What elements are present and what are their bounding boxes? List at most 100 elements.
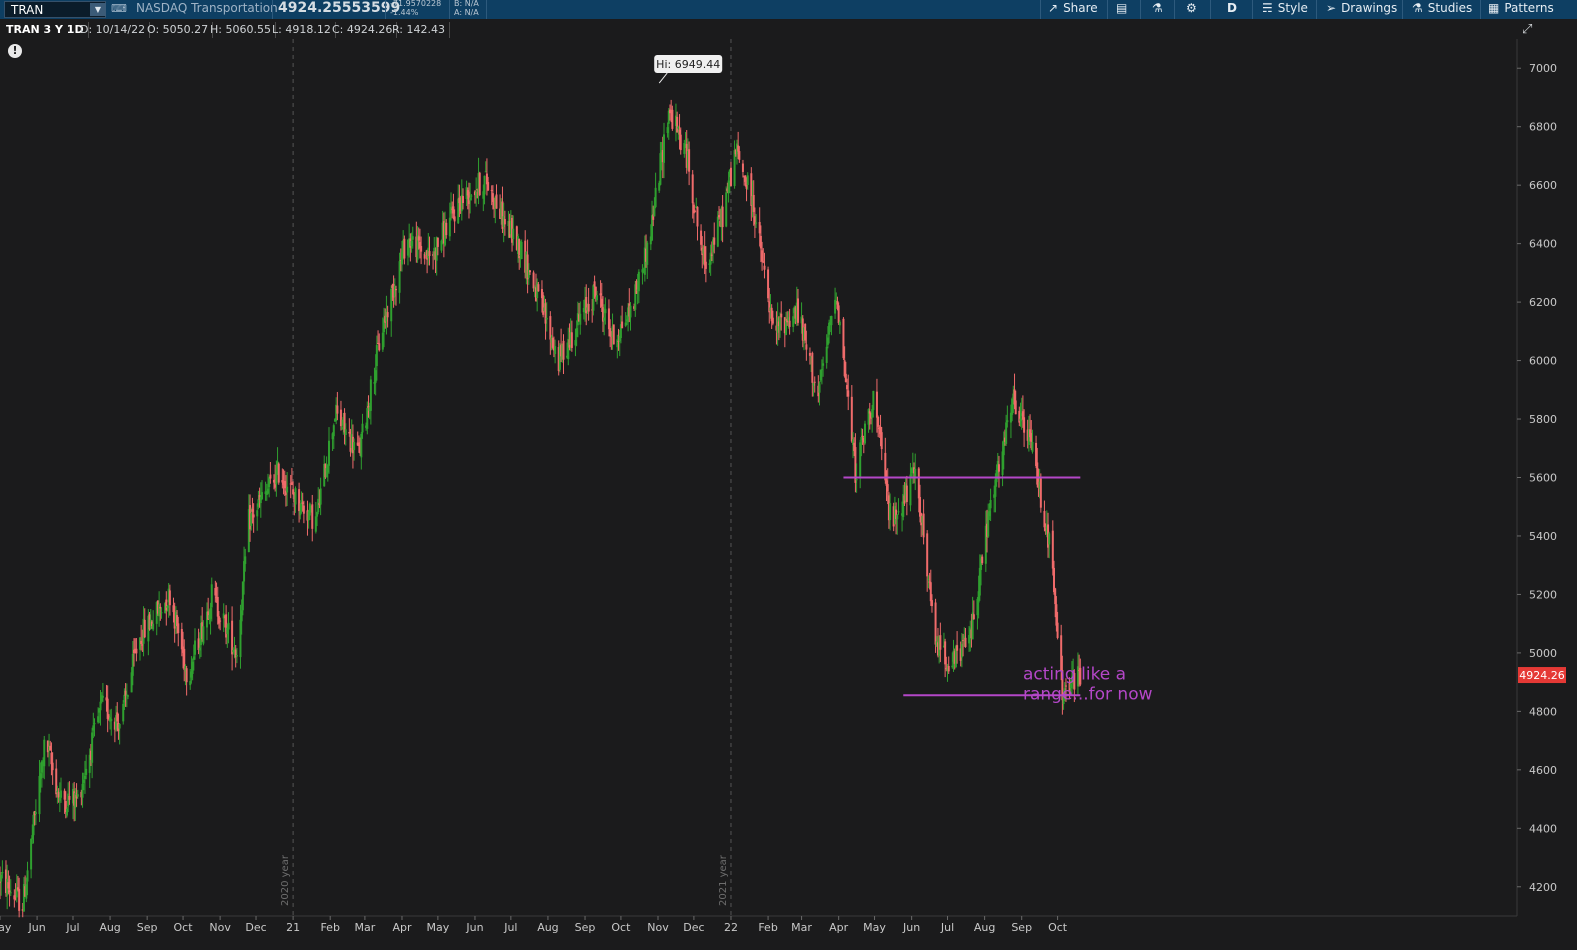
- y-tick-label: 4600: [1529, 764, 1557, 777]
- candle-body: [177, 623, 180, 634]
- candle-body: [956, 645, 959, 651]
- bar-date: D: 10/14/22: [76, 22, 151, 38]
- time-axis: May Jun Jul Aug Sep Oct Nov Dec 21 Feb Mar Apr May Ju…: [0, 916, 1068, 934]
- style-button[interactable]: ☴ Style: [1262, 0, 1308, 19]
- candle-body: [587, 303, 590, 312]
- candle-body: [872, 390, 875, 411]
- share-button[interactable]: ↗ Share: [1048, 0, 1098, 19]
- candle-body: [914, 468, 917, 477]
- gear-icon: ⚙: [1186, 1, 1197, 15]
- aggregation-button[interactable]: D: [1227, 0, 1237, 19]
- divider: [1480, 0, 1481, 19]
- price-axis: 4200 4400 4600 4800 5000 5200 5400 5600 5800 6000…: [1517, 62, 1557, 894]
- candle-body: [771, 317, 774, 324]
- candle-body: [244, 556, 247, 564]
- x-tick-label: Aug: [99, 921, 120, 934]
- candle-body: [328, 440, 331, 466]
- candle-body: [725, 192, 728, 227]
- candle-body: [796, 298, 799, 323]
- candle-body: [386, 312, 389, 318]
- candle-body: [85, 768, 88, 775]
- candle-body: [210, 584, 213, 608]
- collapse-icon[interactable]: ⤢: [1522, 22, 1532, 37]
- y-tick-label: 5800: [1529, 413, 1557, 426]
- candle-body: [302, 505, 305, 514]
- symbol-text: TRAN: [11, 3, 44, 17]
- candle: [1039, 473, 1042, 513]
- x-tick-label: Sep: [575, 921, 596, 934]
- bar-high: H: 5060.55: [206, 22, 276, 38]
- candle-body: [336, 405, 339, 414]
- flask-icon: ⚗: [1152, 1, 1163, 15]
- candle: [478, 171, 481, 197]
- studies-button[interactable]: ⚗ Studies: [1412, 0, 1472, 19]
- divider: [1174, 0, 1175, 19]
- symbol-dropdown-icon[interactable]: ▼: [90, 3, 106, 16]
- link-icon[interactable]: ⌨: [111, 2, 127, 15]
- candle-body: [922, 513, 925, 538]
- candle-body: [143, 619, 146, 638]
- bar-close: C: 4924.26: [328, 22, 398, 38]
- candle-body: [688, 149, 691, 172]
- symbol-input[interactable]: TRAN ▼: [4, 1, 106, 18]
- y-tick-label: 6400: [1529, 238, 1557, 251]
- year-separator-label: 2020 year: [280, 854, 291, 906]
- candle-body: [716, 216, 719, 247]
- candle-body: [436, 237, 439, 247]
- high-marker-label: Hi: 6949.44: [656, 58, 720, 71]
- candle-body: [1023, 417, 1026, 433]
- x-tick-label: 22: [724, 921, 738, 934]
- x-tick-label: May: [426, 921, 449, 934]
- candle-body: [1, 872, 4, 874]
- flask-button[interactable]: ⚗: [1152, 0, 1168, 19]
- candle-body: [252, 514, 255, 518]
- candle-body: [780, 313, 783, 318]
- patterns-label: Patterns: [1504, 1, 1554, 15]
- annotation-line-2: range...for now: [1023, 684, 1153, 704]
- share-icon: ↗: [1048, 1, 1059, 15]
- candle-body: [997, 464, 1000, 472]
- candle-body: [694, 211, 697, 213]
- candle-body: [886, 484, 889, 492]
- candle: [612, 324, 615, 345]
- x-tick-label: Jun: [465, 921, 483, 934]
- divider: [1402, 0, 1403, 19]
- candle-body: [18, 888, 21, 911]
- candle-body: [811, 352, 814, 383]
- candle-body: [375, 345, 378, 367]
- settings-button[interactable]: ⚙: [1186, 0, 1202, 19]
- candle-body: [76, 794, 79, 797]
- price-chart[interactable]: 4200 4400 4600 4800 5000 5200 5400 5600 5800 6000…: [0, 39, 1577, 946]
- notes-icon: ▤: [1116, 1, 1128, 15]
- patterns-icon: ▦: [1488, 1, 1500, 15]
- candle-body: [110, 718, 113, 722]
- y-tick-label: 6600: [1529, 179, 1557, 192]
- divider: [1210, 0, 1211, 19]
- candle-body: [838, 321, 841, 326]
- notes-button[interactable]: ▤: [1116, 0, 1132, 19]
- patterns-button[interactable]: ▦ Patterns: [1488, 0, 1554, 19]
- style-icon: ☴: [1262, 1, 1273, 15]
- y-tick-label: 6800: [1529, 121, 1557, 134]
- candle-body: [453, 216, 456, 222]
- candle-body: [168, 590, 171, 606]
- alert-icon[interactable]: !: [8, 44, 22, 58]
- divider: [486, 0, 487, 19]
- candle-body: [612, 324, 615, 345]
- candle-body: [813, 381, 816, 383]
- candle-body: [43, 739, 46, 767]
- chart-area[interactable]: 4200 4400 4600 4800 5000 5200 5400 5600 5800 6000…: [0, 39, 1577, 946]
- x-tick-label: Oct: [611, 921, 631, 934]
- x-tick-label: Jun: [27, 921, 45, 934]
- candle-body: [332, 425, 335, 437]
- x-tick-label: Jul: [65, 921, 79, 934]
- candle-body: [26, 870, 29, 882]
- x-tick-label: Jul: [940, 921, 954, 934]
- candle-body: [855, 479, 858, 481]
- candle-body: [219, 620, 222, 622]
- candle-body: [830, 315, 833, 326]
- candle-body: [152, 623, 155, 630]
- candle-body: [621, 321, 624, 329]
- candle-body: [127, 695, 130, 697]
- drawings-button[interactable]: ➢ Drawings: [1326, 0, 1397, 19]
